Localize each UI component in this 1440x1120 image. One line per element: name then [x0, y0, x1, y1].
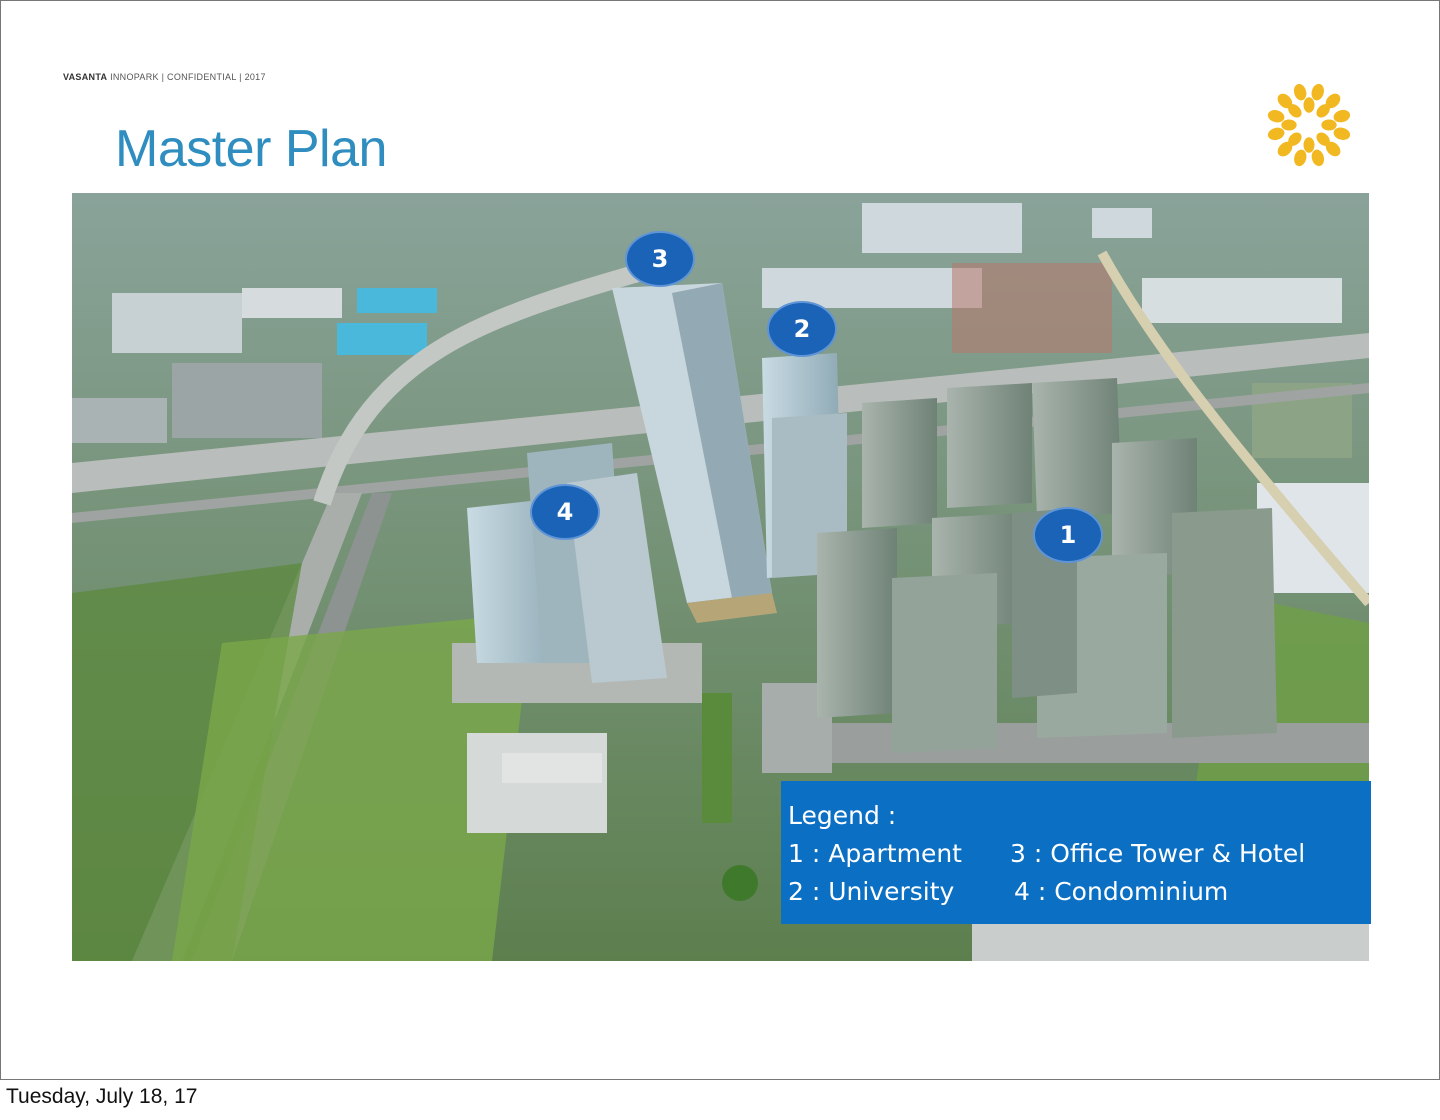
marker-3: 3 [625, 231, 695, 287]
logo-petal [1303, 137, 1315, 153]
legend-item-condominium: 4 : Condominium [1014, 877, 1229, 906]
marker-2: 2 [767, 301, 837, 357]
legend-item-office-tower-hotel: 3 : Office Tower & Hotel [1010, 839, 1306, 868]
sun-flower-logo-icon [1263, 79, 1355, 171]
legend-row-2: 2 : University 4 : Condominium [788, 873, 1371, 911]
marker-1: 1 [1033, 507, 1103, 563]
logo-petal [1303, 97, 1315, 113]
legend-item-university: 2 : University [788, 877, 955, 906]
confidential-header: VASANTA INNOPARK | CONFIDENTIAL | 2017 [63, 72, 266, 82]
logo-petal [1321, 119, 1337, 131]
slide: VASANTA INNOPARK | CONFIDENTIAL | 2017 M… [0, 0, 1440, 1080]
page-title: Master Plan [115, 120, 387, 178]
legend-item-apartment: 1 : Apartment [788, 839, 962, 868]
header-tagline: INNOPARK | CONFIDENTIAL | 2017 [110, 72, 266, 82]
footer-date: Tuesday, July 18, 17 [6, 1085, 198, 1108]
brand-name: VASANTA [63, 72, 108, 82]
marker-4: 4 [530, 484, 600, 540]
legend-row-1: 1 : Apartment 3 : Office Tower & Hotel [788, 835, 1371, 873]
legend-heading: Legend : [788, 801, 897, 830]
map-legend: Legend : 1 : Apartment 3 : Office Tower … [781, 781, 1371, 924]
logo-petal [1281, 119, 1297, 131]
